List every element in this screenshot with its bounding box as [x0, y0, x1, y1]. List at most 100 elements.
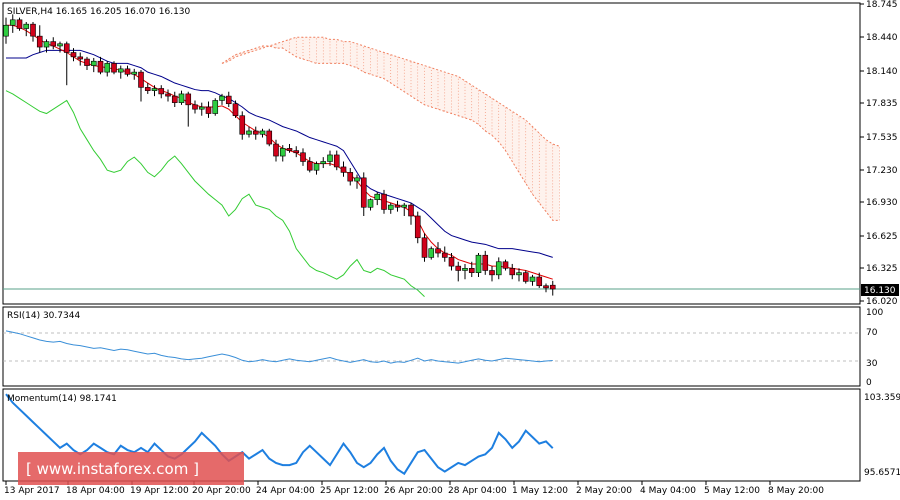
candle-bull	[367, 199, 374, 208]
time-axis-label: 26 Apr 20:00	[384, 486, 443, 496]
candle-bear	[30, 23, 36, 37]
candle-bull	[178, 93, 185, 103]
candle-bear	[347, 172, 354, 182]
candle-bull	[151, 88, 158, 91]
price-axis-label: 17.230	[866, 166, 898, 176]
candle-bear	[306, 161, 313, 171]
candle-bear	[77, 56, 84, 60]
candle-bull	[57, 43, 63, 47]
candle-bear	[273, 143, 279, 157]
candle-bear	[482, 254, 489, 271]
candle-bull	[104, 63, 111, 73]
candle-bull	[117, 68, 124, 73]
candle-bull	[313, 163, 320, 171]
candle-bear	[232, 103, 239, 117]
candle-bear	[158, 88, 165, 95]
candle-bull	[462, 268, 468, 271]
candle-bear	[286, 148, 293, 151]
candle-bear	[414, 215, 421, 239]
candle-bull	[212, 100, 219, 114]
candle-bear	[381, 193, 387, 210]
candle-bear	[97, 60, 104, 73]
candle-bear	[408, 204, 414, 217]
candle-bear	[16, 19, 23, 29]
candle-bear	[111, 63, 117, 73]
momentum-axis-label: 103.3591	[864, 393, 900, 403]
candle-bear	[84, 58, 90, 66]
candle-bull	[246, 130, 252, 135]
candle-bull	[198, 106, 205, 110]
candle-bear	[435, 248, 441, 254]
rsi-panel[interactable]	[2, 306, 861, 387]
candle-bull	[354, 177, 360, 182]
price-axis-label: 18.440	[866, 33, 898, 43]
candle-bull	[23, 23, 30, 29]
main-title: SILVER,H4 16.165 16.205 16.070 16.130	[7, 7, 191, 17]
candle-bear	[192, 104, 198, 110]
price-axis-label: 16.020	[866, 297, 898, 307]
candle-bull	[131, 71, 138, 75]
time-axis-label: 13 Apr 2017	[4, 486, 60, 496]
candle-bear	[239, 115, 246, 135]
candle-bear	[70, 52, 77, 58]
time-axis-label: 28 Apr 04:00	[448, 486, 507, 496]
price-axis-label: 18.140	[866, 67, 898, 77]
candle-bull	[219, 95, 225, 101]
candle-bull	[43, 41, 50, 48]
candle-bear	[489, 270, 495, 276]
rsi-title: RSI(14) 30.7344	[7, 311, 80, 321]
candle-bear	[536, 276, 543, 287]
candle-bull	[516, 272, 522, 276]
price-axis-label: 16.325	[866, 264, 898, 274]
momentum-axis-label: 95.6571	[864, 468, 900, 478]
candle-bear	[225, 95, 232, 105]
candle-bear	[333, 154, 340, 168]
candle-bull	[9, 19, 16, 26]
candle-bear	[394, 204, 401, 208]
momentum-title: Momentum(14) 98.1741	[7, 394, 117, 404]
candle-bear	[509, 268, 516, 276]
time-axis-label: 2 May 20:00	[576, 486, 632, 496]
candle-bear	[252, 130, 259, 135]
candle-bull	[529, 276, 536, 282]
candle-bear	[293, 150, 300, 154]
candle-bull	[374, 193, 381, 200]
time-axis-label: 24 Apr 04:00	[256, 486, 315, 496]
candle-bear	[50, 41, 57, 47]
rsi-axis-label: 100	[866, 308, 883, 318]
candle-bull	[327, 154, 333, 162]
candle-bear	[448, 257, 455, 267]
candle-bear	[124, 68, 131, 75]
time-axis-label: 1 May 12:00	[512, 486, 568, 496]
rsi-axis-label: 70	[866, 328, 878, 338]
rsi-axis-label: 0	[866, 378, 872, 388]
candle-bear	[502, 261, 509, 269]
candle-bear	[455, 265, 462, 271]
watermark-text: [ www.instaforex.com ]	[26, 460, 199, 478]
candle-bear	[522, 272, 529, 282]
last-price-label: 16.130	[864, 286, 896, 296]
candle-bear	[266, 130, 273, 145]
candle-bear	[205, 106, 212, 114]
candle-bull	[387, 204, 394, 210]
time-axis-label: 8 May 20:00	[768, 486, 824, 496]
candle-bull	[259, 130, 266, 135]
candle-bull	[428, 248, 435, 258]
candle-bear	[63, 43, 70, 53]
candle-bull	[475, 254, 482, 273]
time-axis-label: 18 Apr 04:00	[66, 486, 125, 496]
candle-bull	[279, 148, 286, 157]
candle-bear	[543, 285, 549, 289]
candle-bear	[441, 252, 448, 258]
price-axis-label: 17.535	[866, 133, 898, 143]
candle-bull	[3, 24, 9, 37]
chart-stage: 18.745 18.440 18.140 17.835 17.535 17.230 16.9…	[2, 0, 900, 496]
candle-bear	[421, 237, 428, 258]
candle-bear	[360, 177, 367, 208]
candle-bear	[300, 152, 306, 162]
price-axis-label: 18.745	[866, 0, 898, 10]
candle-bear	[468, 268, 475, 273]
candle-bear	[171, 95, 178, 103]
candle-bear	[549, 284, 556, 290]
candle-bull	[90, 60, 97, 66]
